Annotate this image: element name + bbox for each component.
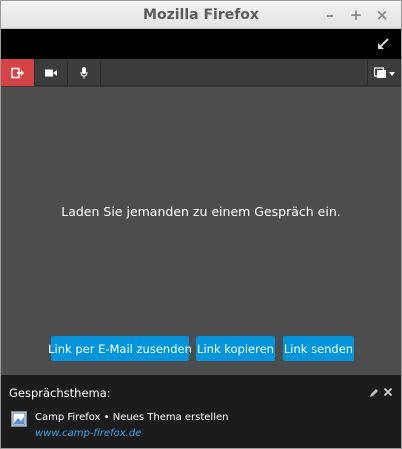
- copy-link-button[interactable]: Link kopieren: [196, 336, 275, 361]
- camera-icon: [45, 69, 57, 76]
- send-link-button[interactable]: Link senden: [283, 336, 354, 361]
- conversation-toolbar: [1, 59, 401, 86]
- close-icon[interactable]: [383, 384, 393, 397]
- conversation-area: Laden Sie jemanden zu einem Gespräch ein…: [1, 87, 401, 375]
- title-bar: Mozilla Firefox – + ×: [1, 1, 401, 29]
- pencil-icon[interactable]: [369, 385, 379, 397]
- room-url-link[interactable]: www.camp-firefox.de: [35, 428, 141, 439]
- hangup-icon: [10, 67, 24, 78]
- invite-message: Laden Sie jemanden zu einem Gespräch ein…: [61, 204, 341, 219]
- topic-panel: Gesprächsthema: Camp Firefox • Neues The…: [1, 375, 401, 448]
- maximize-button[interactable]: +: [347, 5, 365, 25]
- audio-toggle-button[interactable]: [68, 59, 101, 86]
- video-header-bar: [1, 29, 401, 59]
- email-link-button[interactable]: Link per E-Mail zusenden: [48, 336, 192, 361]
- expand-icon[interactable]: [375, 36, 391, 52]
- room-title: Camp Firefox • Neues Thema erstellen: [35, 412, 229, 423]
- close-button[interactable]: ×: [373, 5, 391, 25]
- topic-label: Gesprächsthema:: [9, 386, 111, 400]
- minimize-button[interactable]: –: [321, 5, 339, 25]
- video-toggle-button[interactable]: [35, 59, 68, 86]
- page-thumbnail-icon: [11, 411, 27, 427]
- screen-share-icon: [373, 66, 395, 78]
- firefox-hello-window: Mozilla Firefox – + × Laden Sie jemanden…: [0, 0, 402, 449]
- microphone-icon: [80, 66, 88, 78]
- window-title: Mozilla Firefox: [143, 7, 259, 23]
- hangup-button[interactable]: [1, 59, 35, 86]
- screen-share-button[interactable]: [367, 59, 401, 86]
